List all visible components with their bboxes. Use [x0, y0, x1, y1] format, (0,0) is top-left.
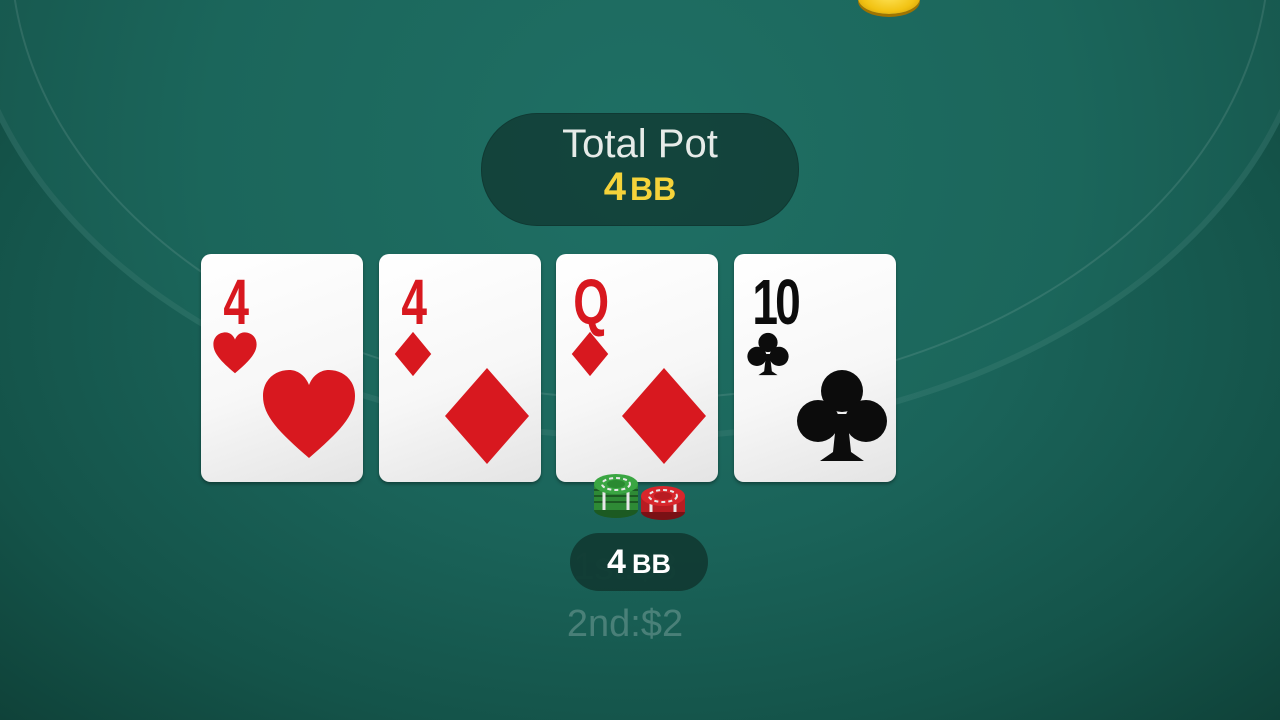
red-chip-stack: [641, 486, 685, 520]
total-pot-amount: 4 BB: [481, 165, 799, 218]
green-chip-stack: [594, 474, 638, 518]
diamond-suit-icon: [445, 368, 529, 464]
poker-table: $ Total Pot 4BB 4 4 Q: [0, 0, 1280, 720]
board-card-2: 4: [379, 254, 541, 482]
board-card-1: 4: [201, 254, 363, 482]
bet-amount-unit: BB: [631, 549, 671, 579]
card-rank: 4: [223, 266, 250, 338]
total-pot-unit: BB: [630, 171, 677, 207]
club-suit-icon: [797, 370, 887, 461]
bet-amount-display: 4 BB: [570, 533, 708, 591]
total-pot-value: 4: [603, 165, 627, 209]
total-pot-display: Total Pot 4 BB: [481, 113, 799, 226]
bet-chips-icon: [594, 474, 685, 520]
board-card-4: 10: [734, 254, 896, 482]
prize-second-place: 2nd:$2: [566, 603, 684, 645]
board-card-3: Q: [556, 254, 718, 482]
bet-amount-value: 4: [607, 543, 626, 581]
total-pot-label: Total Pot: [562, 122, 718, 166]
heart-suit-icon: [263, 370, 355, 458]
card-rank: 10: [752, 266, 800, 338]
diamond-suit-icon: [394, 331, 432, 377]
card-rank: Q: [573, 266, 610, 338]
club-suit-icon: [747, 332, 789, 376]
diamond-suit-icon: [622, 368, 706, 464]
diamond-suit-icon: [571, 331, 609, 377]
card-rank: 4: [401, 266, 428, 338]
heart-suit-icon: [213, 332, 257, 374]
